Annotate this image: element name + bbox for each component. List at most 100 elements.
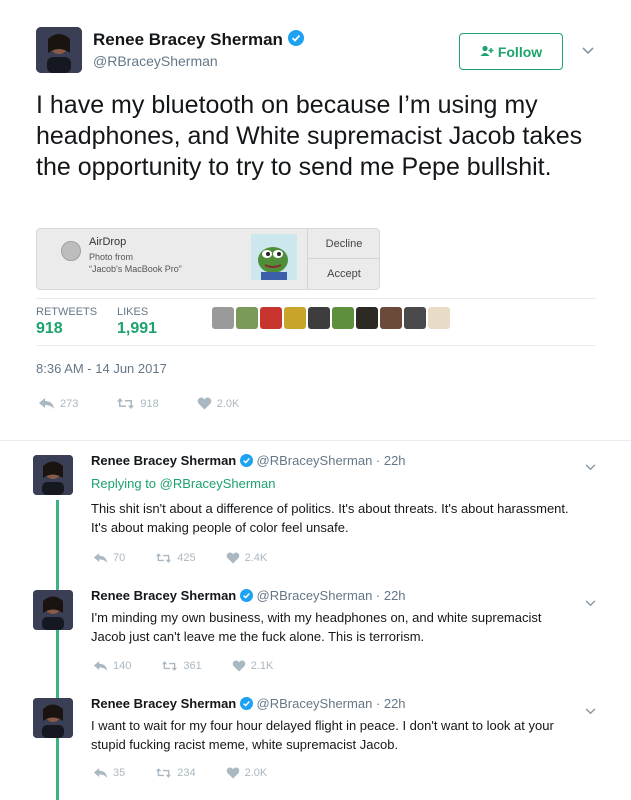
liker-avatar[interactable] [332, 307, 354, 329]
reply-avatar[interactable] [33, 455, 73, 495]
retweet-action[interactable]: 918 [116, 397, 159, 410]
tweet-actions: 273 918 2.0K [38, 397, 239, 410]
author-handle[interactable]: @RBraceySherman [93, 53, 218, 69]
stats-divider-bottom [36, 345, 596, 346]
like-count: 2.0K [244, 767, 268, 779]
heart-icon [226, 767, 240, 779]
retweet-count: 361 [183, 660, 202, 672]
chevron-down-icon[interactable] [585, 702, 596, 718]
retweet-count: 234 [177, 767, 196, 779]
retweet-action[interactable]: 425 [155, 552, 196, 564]
accept-button[interactable]: Accept [308, 259, 380, 289]
retweets-count[interactable]: 918 [36, 320, 63, 338]
liker-avatar[interactable] [380, 307, 402, 329]
reply-tweet: Renee Bracey Sherman @RBraceySherman · 2… [0, 580, 631, 688]
reply-tweet: Renee Bracey Sherman @RBraceySherman · 2… [0, 440, 631, 580]
reply-header: Renee Bracey Sherman @RBraceySherman · 2… [91, 588, 406, 605]
liker-avatars [212, 307, 450, 329]
decline-button[interactable]: Decline [308, 229, 380, 259]
retweets-label[interactable]: RETWEETS [36, 306, 97, 318]
main-tweet: Renee Bracey Sherman @RBraceySherman Fol… [0, 0, 631, 440]
reply-icon [38, 397, 55, 410]
chevron-down-icon[interactable] [585, 594, 596, 610]
reply-author-name[interactable]: Renee Bracey Sherman [91, 588, 236, 603]
reply-text: I want to wait for my four hour delayed … [91, 718, 554, 752]
airdrop-line1: Photo from [89, 252, 134, 262]
liker-avatar[interactable] [260, 307, 282, 329]
liker-avatar[interactable] [356, 307, 378, 329]
like-count: 2.1K [250, 660, 274, 672]
heart-icon [232, 660, 246, 672]
heart-icon [197, 397, 212, 410]
liker-avatar[interactable] [308, 307, 330, 329]
reply-author-name[interactable]: Renee Bracey Sherman [91, 696, 236, 711]
follow-label: Follow [497, 43, 543, 60]
reply-icon [93, 552, 108, 564]
reply-action[interactable]: 140 [93, 660, 131, 672]
reply-avatar[interactable] [33, 590, 73, 630]
airdrop-buttons: Decline Accept [307, 229, 380, 289]
retweet-action[interactable]: 361 [161, 660, 202, 672]
airdrop-icon [61, 241, 81, 261]
liker-avatar[interactable] [212, 307, 234, 329]
liker-avatar[interactable] [284, 307, 306, 329]
reply-count: 140 [113, 660, 132, 672]
reply-header: Renee Bracey Sherman @RBraceySherman · 2… [91, 453, 406, 470]
heart-icon [226, 552, 240, 564]
tweet-text: I have my bluetooth on because I’m using… [36, 91, 583, 181]
retweet-icon [116, 397, 135, 410]
reply-action[interactable]: 35 [93, 767, 125, 779]
stats-divider-top [36, 298, 596, 299]
follow-person-icon [480, 44, 494, 60]
airdrop-notification: AirDrop Photo from “Jacob's MacBook Pro”… [36, 228, 380, 290]
verified-icon [239, 588, 253, 605]
like-action[interactable]: 2.1K [232, 660, 274, 672]
reply-count: 35 [113, 767, 126, 779]
liker-avatar[interactable] [404, 307, 426, 329]
retweet-icon [161, 660, 178, 672]
likes-label[interactable]: LIKES [117, 306, 148, 318]
follow-button[interactable]: Follow [459, 33, 563, 70]
like-action[interactable]: 2.4K [226, 552, 268, 564]
reply-count: 70 [113, 552, 126, 564]
retweet-count: 425 [177, 552, 196, 564]
reply-actions: 70 425 2.4K [93, 552, 267, 564]
airdrop-image-thumbnail [251, 234, 297, 280]
like-action[interactable]: 2.0K [197, 397, 240, 410]
reply-avatar[interactable] [33, 698, 73, 738]
reply-icon [93, 767, 108, 779]
reply-author-name[interactable]: Renee Bracey Sherman [91, 453, 236, 468]
reply-meta[interactable]: @RBraceySherman · 22h [257, 696, 406, 711]
author-avatar[interactable] [36, 27, 82, 73]
retweet-count: 918 [140, 397, 159, 410]
reply-tweet: Renee Bracey Sherman @RBraceySherman · 2… [0, 688, 631, 800]
like-count: 2.4K [244, 552, 268, 564]
airdrop-title: AirDrop [89, 236, 127, 248]
verified-icon [239, 696, 253, 713]
reply-meta[interactable]: @RBraceySherman · 22h [257, 588, 406, 603]
likes-count[interactable]: 1,991 [117, 320, 157, 338]
reply-action[interactable]: 273 [38, 397, 78, 410]
liker-avatar[interactable] [428, 307, 450, 329]
chevron-down-icon[interactable] [582, 42, 594, 58]
author-name-text[interactable]: Renee Bracey Sherman [93, 30, 283, 49]
retweet-icon [155, 552, 172, 564]
reply-header: Renee Bracey Sherman @RBraceySherman · 2… [91, 696, 406, 713]
reply-actions: 140 361 2.1K [93, 660, 273, 672]
chevron-down-icon[interactable] [585, 458, 596, 474]
like-action[interactable]: 2.0K [226, 767, 268, 779]
retweet-action[interactable]: 234 [155, 767, 196, 779]
like-count: 2.0K [216, 397, 240, 410]
reply-meta[interactable]: @RBraceySherman · 22h [257, 453, 406, 468]
reply-text: This shit isn't about a difference of po… [91, 501, 569, 535]
verified-icon [239, 453, 253, 470]
retweet-icon [155, 767, 172, 779]
reply-count: 273 [60, 397, 79, 410]
reply-text: I'm minding my own business, with my hea… [91, 610, 542, 644]
replying-to[interactable]: Replying to @RBraceySherman [91, 476, 275, 491]
author-name[interactable]: Renee Bracey Sherman [93, 30, 304, 51]
reply-actions: 35 234 2.0K [93, 767, 267, 779]
liker-avatar[interactable] [236, 307, 258, 329]
tweet-timestamp[interactable]: 8:36 AM - 14 Jun 2017 [36, 361, 167, 376]
reply-action[interactable]: 70 [93, 552, 125, 564]
